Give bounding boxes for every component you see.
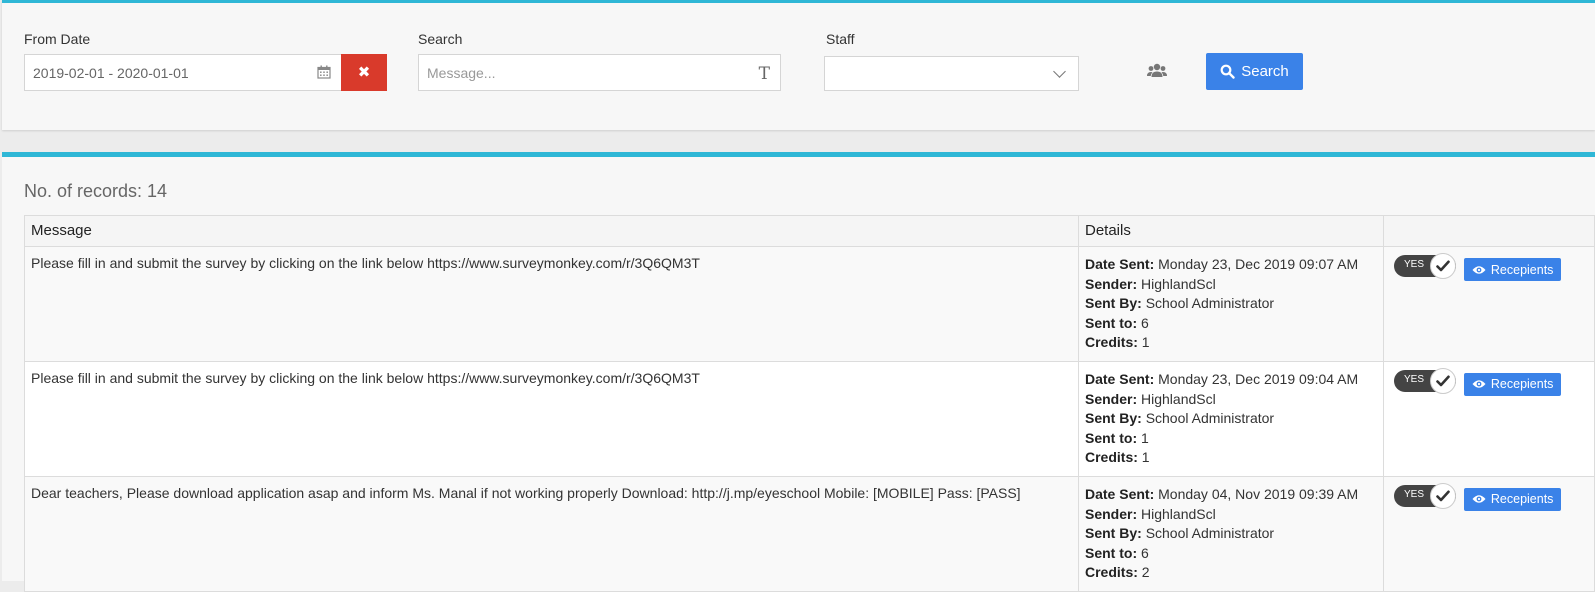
- recepients-button[interactable]: Recepients: [1463, 487, 1562, 511]
- chevron-down-icon: [1053, 65, 1066, 78]
- sent-to-value: 6: [1141, 544, 1149, 561]
- sent-by-value: School Administrator: [1145, 525, 1275, 542]
- table-row: Please fill in and submit the survey by …: [24, 246, 1595, 362]
- date-sent-value: Monday 04, Nov 2019 09:39 AM: [1158, 485, 1359, 502]
- recepients-button[interactable]: Recepients: [1463, 258, 1562, 281]
- users-icon[interactable]: [1147, 63, 1167, 79]
- sender-label: Sender:: [1085, 390, 1138, 407]
- check-icon: [1430, 367, 1456, 394]
- eye-icon: [1472, 265, 1486, 274]
- date-sent-value: Monday 23, Dec 2019 09:07 AM: [1158, 256, 1359, 272]
- sent-by-value: School Administrator: [1145, 295, 1275, 312]
- details-cell: Date Sent: Monday 04, Nov 2019 09:39 AM …: [1078, 475, 1384, 592]
- actions-cell: YES Recepients: [1383, 246, 1595, 362]
- credits-label: Credits:: [1085, 564, 1138, 581]
- filter-panel: From Date 2019-02-01 - 2020-01-01 ✖ Sear…: [2, 0, 1595, 130]
- from-date-label: From Date: [24, 31, 91, 47]
- date-sent-label: Date Sent:: [1085, 485, 1155, 502]
- date-sent-label: Date Sent:: [1085, 256, 1155, 272]
- sent-by-value: School Administrator: [1145, 410, 1275, 427]
- column-header-actions: [1383, 215, 1595, 247]
- staff-select[interactable]: [824, 56, 1079, 91]
- records-count: No. of records: 14: [24, 181, 168, 201]
- sent-to-label: Sent to:: [1085, 314, 1138, 331]
- sent-by-label: Sent By:: [1085, 295, 1142, 312]
- details-cell: Date Sent: Monday 23, Dec 2019 09:07 AM …: [1078, 246, 1384, 362]
- message-text: Dear teachers, Please download applicati…: [31, 484, 1021, 501]
- search-label: Search: [418, 31, 463, 47]
- toggle-label: YES: [1404, 488, 1425, 500]
- active-toggle[interactable]: YES: [1394, 367, 1456, 394]
- eye-icon: [1472, 495, 1486, 504]
- date-range-input[interactable]: 2019-02-01 - 2020-01-01: [24, 54, 341, 91]
- table-header-row: Message Details: [24, 215, 1595, 247]
- staff-label: Staff: [826, 31, 855, 47]
- credits-value: 1: [1141, 449, 1150, 466]
- message-cell: Dear teachers, Please download applicati…: [24, 475, 1079, 592]
- eye-icon: [1472, 380, 1486, 389]
- actions-cell: YES Recepients: [1383, 360, 1595, 477]
- sent-to-label: Sent to:: [1085, 544, 1138, 561]
- sent-to-value: 6: [1141, 314, 1149, 331]
- date-range-value: 2019-02-01 - 2020-01-01: [33, 65, 189, 81]
- recepients-label: Recepients: [1490, 377, 1554, 392]
- credits-label: Credits:: [1085, 334, 1138, 351]
- message-cell: Please fill in and submit the survey by …: [24, 360, 1079, 477]
- results-panel: No. of records: 14 Message Details Pleas…: [2, 152, 1595, 592]
- check-icon: [1430, 253, 1456, 279]
- sender-value: HighlandScl: [1141, 390, 1216, 407]
- search-placeholder: Message...: [427, 65, 496, 81]
- sender-value: HighlandScl: [1141, 505, 1216, 522]
- search-icon: [1220, 64, 1235, 79]
- calendar-icon[interactable]: [317, 65, 331, 79]
- text-format-icon: T: [758, 64, 770, 84]
- date-sent-label: Date Sent:: [1085, 370, 1155, 387]
- message-text: Please fill in and submit the survey by …: [31, 369, 700, 386]
- search-input[interactable]: Message... T: [418, 54, 781, 91]
- actions-cell: YES Recepients: [1383, 475, 1595, 592]
- sent-by-label: Sent By:: [1085, 525, 1142, 542]
- messages-table: Message Details Please fill in and submi…: [24, 215, 1595, 592]
- toggle-label: YES: [1404, 259, 1425, 270]
- clear-date-button[interactable]: ✖: [341, 54, 387, 91]
- recepients-button[interactable]: Recepients: [1463, 372, 1562, 396]
- recepients-label: Recepients: [1490, 262, 1554, 277]
- credits-label: Credits:: [1085, 449, 1138, 466]
- column-header-message: Message: [24, 215, 1079, 247]
- sender-label: Sender:: [1085, 275, 1138, 292]
- details-cell: Date Sent: Monday 23, Dec 2019 09:04 AM …: [1078, 360, 1384, 477]
- message-text: Please fill in and submit the survey by …: [31, 255, 700, 271]
- search-button[interactable]: Search: [1206, 53, 1303, 90]
- credits-value: 2: [1141, 564, 1150, 581]
- sent-by-label: Sent By:: [1085, 410, 1142, 427]
- sender-label: Sender:: [1085, 505, 1138, 522]
- date-sent-value: Monday 23, Dec 2019 09:04 AM: [1158, 370, 1359, 387]
- times-icon: ✖: [357, 64, 371, 81]
- message-cell: Please fill in and submit the survey by …: [24, 246, 1079, 362]
- column-header-details: Details: [1078, 215, 1384, 247]
- check-icon: [1430, 482, 1456, 509]
- sent-to-label: Sent to:: [1085, 429, 1138, 446]
- table-row: Please fill in and submit the survey by …: [24, 360, 1595, 477]
- active-toggle[interactable]: YES: [1394, 253, 1456, 279]
- sender-value: HighlandScl: [1141, 275, 1216, 292]
- table-row: Dear teachers, Please download applicati…: [24, 475, 1595, 592]
- sent-to-value: 1: [1141, 429, 1149, 446]
- active-toggle[interactable]: YES: [1394, 482, 1456, 509]
- credits-value: 1: [1141, 334, 1150, 351]
- recepients-label: Recepients: [1490, 492, 1554, 507]
- toggle-label: YES: [1404, 373, 1425, 385]
- search-button-label: Search: [1241, 63, 1289, 80]
